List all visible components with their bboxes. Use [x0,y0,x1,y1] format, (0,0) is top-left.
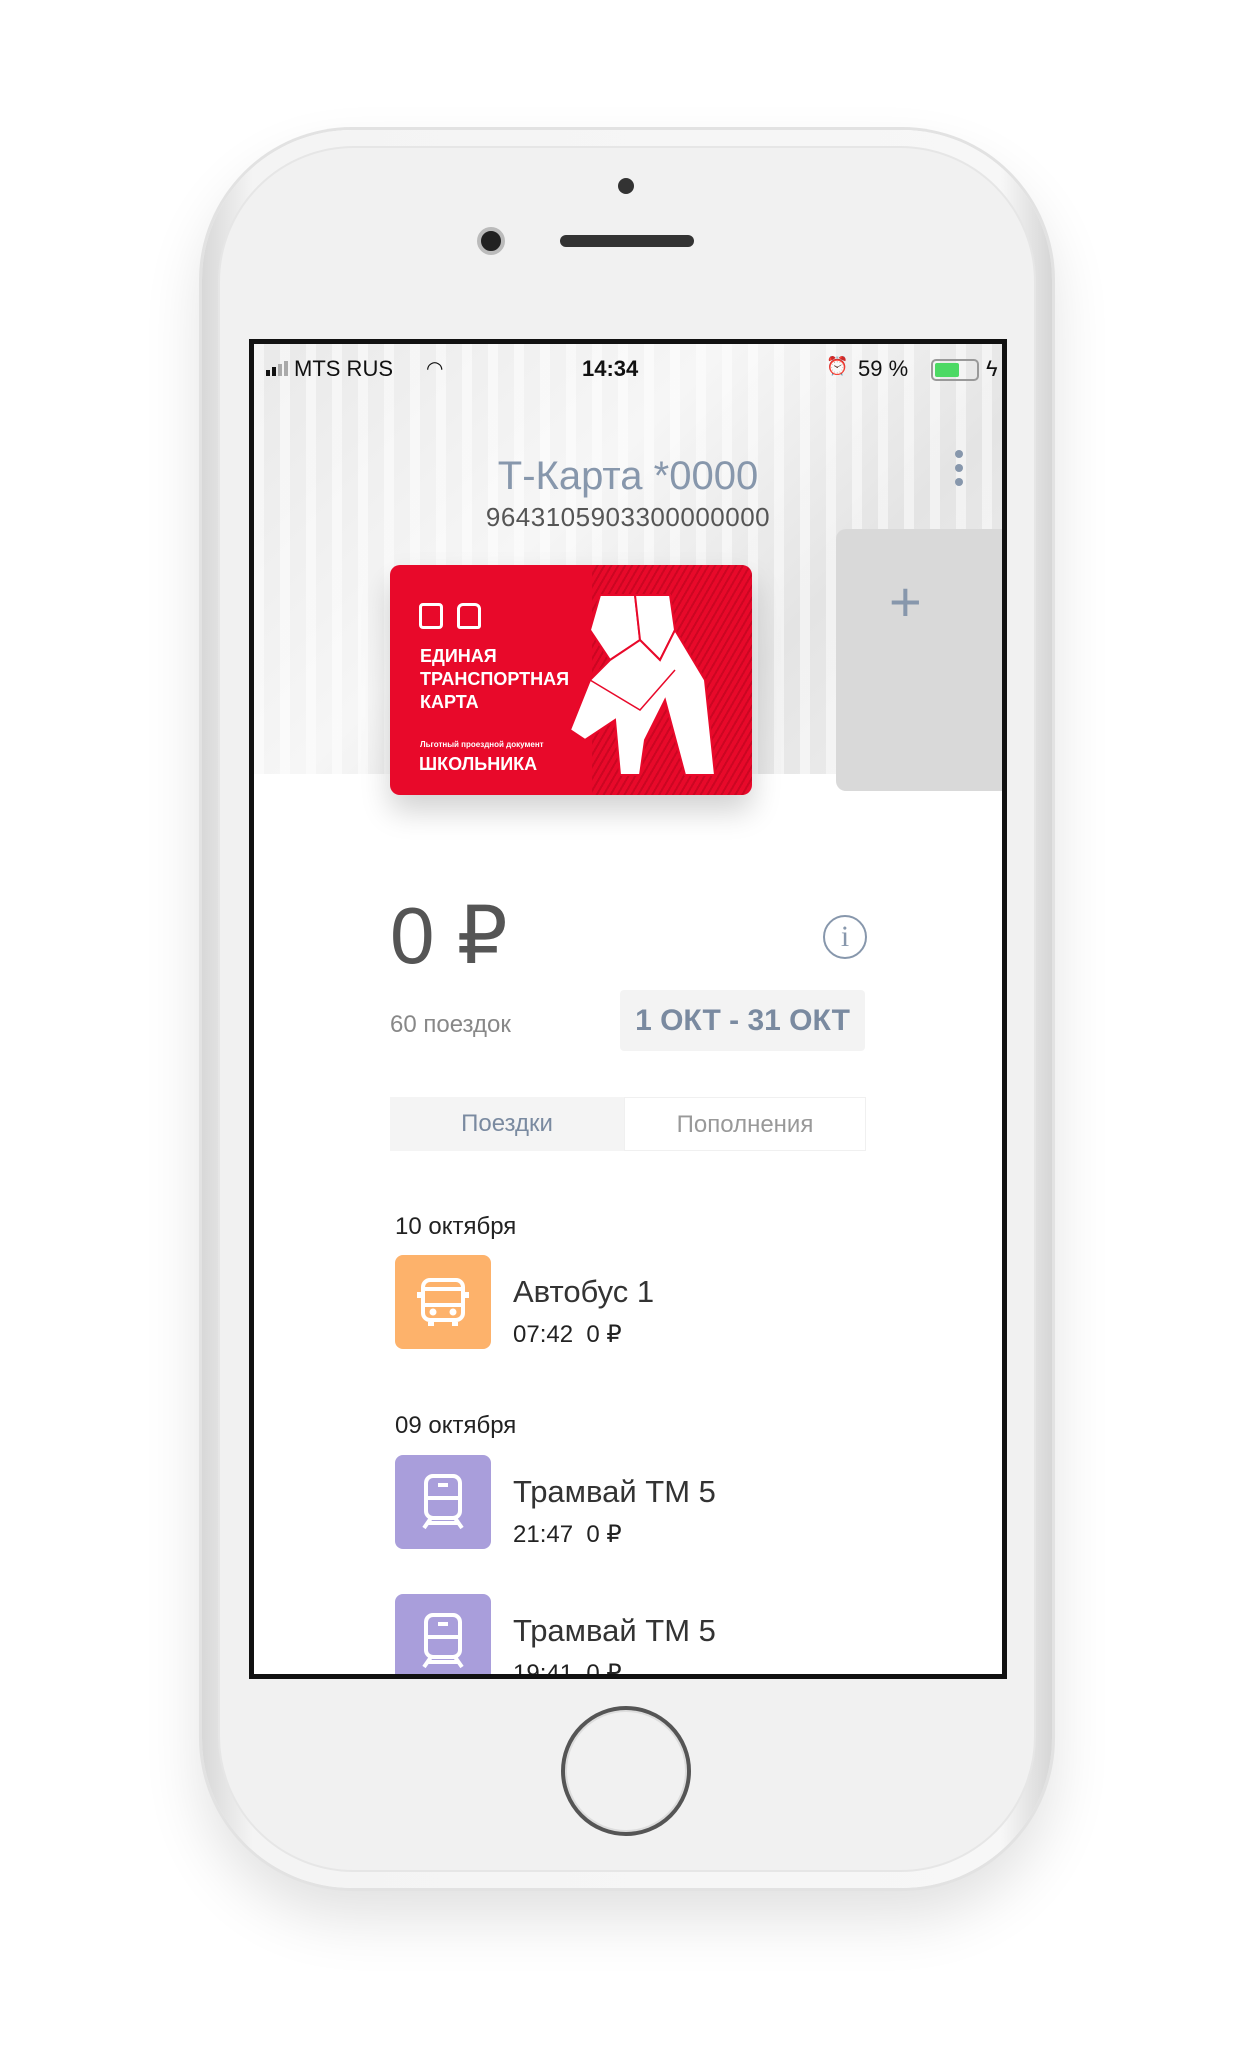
wifi-icon: ◠ [426,358,444,380]
trip-details: 19:41 0 ₽ [513,1659,622,1674]
bus-icon [395,1255,491,1349]
trip-amount: 0 ₽ [586,1660,622,1674]
period-chip[interactable]: 1 ОКТ - 31 ОКТ [620,990,865,1051]
trip-amount: 0 ₽ [586,1321,622,1348]
trip-time: 07:42 [513,1321,574,1348]
card-line-2: ТРАНСПОРТНАЯ [420,669,570,689]
history-date: 09 октября [395,1412,517,1439]
trip-title: Трамвай ТМ 5 [513,1613,716,1648]
tram-icon [395,1594,491,1674]
trip-time: 21:47 [513,1521,574,1548]
charging-icon: ϟ [986,356,998,381]
bus-logo-icon [419,603,443,629]
signal-icon [266,361,288,376]
clock: 14:34 [582,356,639,381]
carrier: MTS RUS [294,356,393,381]
tram-icon [395,1455,491,1549]
balance-amount: 0 ₽ [390,891,508,980]
battery-icon [931,359,979,381]
second-card[interactable] [836,529,1002,791]
home-button[interactable] [561,1706,691,1836]
history-date: 10 октября [395,1213,517,1240]
card-title: Т-Карта *0000 [497,454,759,498]
alarm-icon: ⏰ [826,356,849,376]
card-line-1: ЕДИНАЯ [420,646,497,666]
speaker [560,235,694,247]
trip-details: 21:47 0 ₽ [513,1520,622,1549]
trip-title: Трамвай ТМ 5 [513,1474,716,1509]
tram-logo-icon [457,603,481,629]
trip-title: Автобус 1 [513,1274,655,1309]
sensor [618,178,634,194]
tab-trips[interactable]: Поездки [390,1097,624,1151]
more-menu-icon[interactable] [955,450,963,486]
tab-topups[interactable]: Пополнения [624,1097,866,1151]
trip-time: 19:41 [513,1660,574,1674]
battery-percent: 59 % [858,356,909,381]
card-subtitle: Льготный проездной документ [420,740,544,749]
add-card-icon[interactable]: + [889,574,922,630]
camera [477,227,505,255]
screen: + MTS RUS ◠ 14:34 ⏰ 59 % ϟ Т-Карта *0000… [249,339,1007,1679]
card-line-3: КАРТА [420,692,479,712]
card-type: ШКОЛЬНИКА [419,754,538,774]
trip-amount: 0 ₽ [586,1521,622,1548]
trips-count: 60 поездок [390,1011,511,1038]
trip-details: 07:42 0 ₽ [513,1320,622,1349]
transport-card[interactable]: ЕДИНАЯ ТРАНСПОРТНАЯ КАРТА Льготный проез… [390,565,752,795]
card-number: 9643105903300000000 [485,502,771,532]
info-icon[interactable]: i [823,915,867,959]
bear-logo-icon [568,594,717,776]
